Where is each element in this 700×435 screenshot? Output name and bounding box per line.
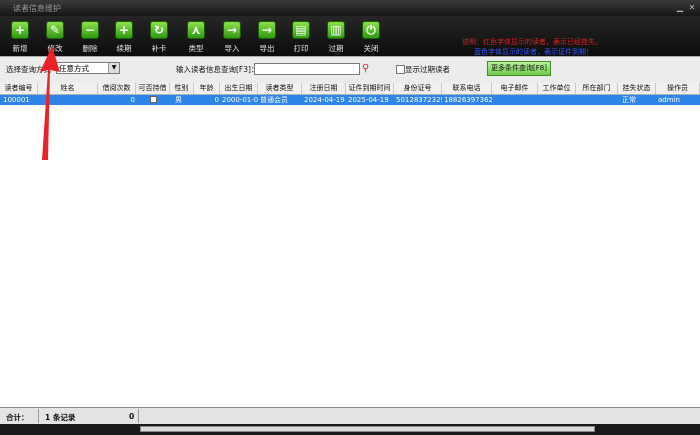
col-id-number[interactable]: 身份证号 — [394, 83, 442, 94]
reissue-card-button[interactable]: ↻ 补卡 — [141, 19, 177, 55]
edit-label: 修改 — [47, 44, 63, 53]
import-button[interactable]: → 导入 — [214, 19, 250, 55]
col-name[interactable]: 姓名 — [38, 83, 98, 94]
trash-icon: ▥ — [327, 21, 345, 39]
col-register-date[interactable]: 注册日期 — [302, 83, 346, 94]
title-bar[interactable]: 读者信息维护 ▁ ✕ — [0, 0, 700, 16]
col-gender[interactable]: 性别 — [170, 83, 194, 94]
col-email[interactable]: 电子邮件 — [492, 83, 538, 94]
search-input[interactable] — [254, 63, 360, 75]
power-icon: ⏻ — [362, 21, 380, 39]
search-label: 输入读者信息查询[F3]： — [176, 65, 259, 74]
col-can-borrow[interactable]: 可否持借 — [136, 83, 170, 94]
more-conditions-button[interactable]: 更多条件查询[F8] — [487, 61, 551, 76]
wrench-icon: ✎ — [46, 21, 64, 39]
col-birth-date[interactable]: 出生日期 — [220, 83, 258, 94]
add-label: 新增 — [12, 44, 28, 53]
status-divider — [38, 409, 39, 423]
cell-birth-date: 2000-01-0 — [222, 96, 258, 104]
renew-label: 续期 — [116, 44, 132, 53]
total-label: 合计： — [6, 413, 29, 422]
query-method-value: 任意方式 — [59, 64, 89, 73]
cell-name — [40, 95, 96, 105]
query-bar: 选择查询方式 任意方式 ▼ 输入读者信息查询[F3]： ⚲ 显示过期读者 更多条… — [0, 56, 700, 84]
col-work-unit[interactable]: 工作单位 — [538, 83, 576, 94]
col-reader-type[interactable]: 读者类型 — [258, 83, 302, 94]
lost-note: 说明：红色字体显示的读者，表示已经挂失。 — [462, 38, 602, 46]
type-label: 类型 — [188, 44, 204, 53]
query-method-select[interactable]: 任意方式 ▼ — [56, 62, 120, 74]
toolbar: + 新增 ✎ 修改 − 删除 + 续期 ↻ 补卡 ⋏ 类型 → 导入 → 导出 — [0, 16, 700, 56]
edit-button[interactable]: ✎ 修改 — [37, 19, 73, 55]
print-button[interactable]: ▤ 打印 — [283, 19, 319, 55]
export-button[interactable]: → 导出 — [249, 19, 285, 55]
status-divider — [138, 409, 139, 423]
print-label: 打印 — [293, 44, 309, 53]
cell-reader-type: 普通会员 — [260, 96, 288, 104]
show-expired-label: 显示过期读者 — [405, 65, 450, 74]
col-expire-date[interactable]: 证件到期时间 — [346, 83, 394, 94]
delete-label: 删除 — [82, 44, 98, 53]
cell-email — [493, 95, 538, 105]
col-operator[interactable]: 操作员 — [656, 83, 700, 94]
col-borrow-count[interactable]: 借阅次数 — [98, 83, 136, 94]
cell-can-borrow-checkbox[interactable] — [150, 96, 157, 103]
status-bar: 合计： 1 条记录 0 — [0, 407, 700, 425]
minus-icon: − — [81, 21, 99, 39]
arrow-right-icon: → — [258, 21, 276, 39]
plus-icon: + — [11, 21, 29, 39]
col-reader-id[interactable]: 读者编号 — [0, 83, 38, 94]
reader-table: 读者编号 姓名 借阅次数 可否持借 性别 年龄 出生日期 读者类型 注册日期 证… — [0, 83, 700, 407]
close-button[interactable]: ⏻ 关闭 — [353, 19, 389, 55]
expired-button[interactable]: ▥ 过期 — [318, 19, 354, 55]
show-expired-checkbox[interactable] — [396, 65, 405, 74]
cell-reader-id: 100001 — [3, 96, 30, 104]
plus-icon: + — [115, 21, 133, 39]
printer-icon: ▤ — [292, 21, 310, 39]
cell-phone: 188263973624 — [444, 96, 492, 104]
search-icon[interactable]: ⚲ — [362, 63, 372, 75]
cell-register-date: 2024-04-19 — [304, 96, 345, 104]
expired-label: 过期 — [328, 44, 344, 53]
arrow-right-icon: → — [223, 21, 241, 39]
cell-work-unit — [539, 95, 576, 105]
cell-loss-status: 正常 — [622, 96, 636, 104]
renew-button[interactable]: + 续期 — [106, 19, 142, 55]
horizontal-scrollbar[interactable] — [0, 424, 700, 435]
legend-note: 说明：红色字体显示的读者，表示已经挂失。 蓝色字体显示的读者，表示证件到期！ — [462, 37, 602, 57]
query-method-label: 选择查询方式 — [6, 65, 51, 74]
cell-expire-date: 2025-04-19 — [348, 96, 389, 104]
refresh-icon: ↻ — [150, 21, 168, 39]
close-label: 关闭 — [363, 44, 379, 53]
chevron-down-icon[interactable]: ▼ — [108, 63, 119, 73]
type-button[interactable]: ⋏ 类型 — [178, 19, 214, 55]
reader-maintenance-window: 读者信息维护 ▁ ✕ + 新增 ✎ 修改 − 删除 + 续期 ↻ 补卡 ⋏ 类型… — [0, 0, 700, 435]
add-button[interactable]: + 新增 — [2, 19, 38, 55]
cell-borrow-count: 0 — [130, 96, 135, 104]
export-label: 导出 — [259, 44, 275, 53]
col-department[interactable]: 所在部门 — [576, 83, 618, 94]
close-window-icon[interactable]: ✕ — [687, 3, 697, 12]
delete-button[interactable]: − 删除 — [72, 19, 108, 55]
record-count: 1 条记录 — [45, 413, 76, 422]
cell-department — [577, 95, 618, 105]
col-age[interactable]: 年龄 — [194, 83, 220, 94]
col-phone[interactable]: 联系电话 — [442, 83, 492, 94]
reissue-card-label: 补卡 — [151, 44, 167, 53]
cell-age: 0 — [214, 96, 219, 104]
col-loss-status[interactable]: 挂失状态 — [618, 83, 656, 94]
scrollbar-thumb[interactable] — [140, 426, 595, 432]
compass-icon: ⋏ — [187, 21, 205, 39]
table-row[interactable]: 100001 0 男 0 2000-01-0 普通会员 2024-04-19 2… — [0, 95, 700, 105]
import-label: 导入 — [224, 44, 240, 53]
borrow-total: 0 — [129, 412, 135, 421]
table-header: 读者编号 姓名 借阅次数 可否持借 性别 年龄 出生日期 读者类型 注册日期 证… — [0, 83, 700, 95]
cell-operator: admin — [658, 96, 680, 104]
cell-id-number: 501283723292 — [396, 96, 442, 104]
minimize-icon[interactable]: ▁ — [675, 3, 685, 12]
cell-gender: 男 — [175, 96, 182, 104]
window-title: 读者信息维护 — [13, 4, 61, 13]
